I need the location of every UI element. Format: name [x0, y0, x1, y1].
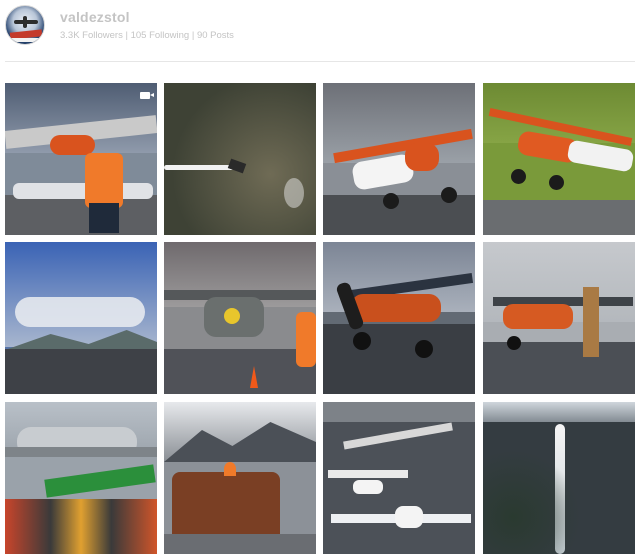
post-tile[interactable]: [323, 402, 475, 554]
posts-count: 90 Posts: [196, 30, 234, 41]
post-tile[interactable]: [164, 83, 316, 235]
profile-username[interactable]: valdezstol: [60, 9, 130, 25]
stats-separator: |: [122, 30, 131, 41]
profile-stats: 3.3K Followers | 105 Following | 90 Post…: [60, 30, 234, 41]
post-tile[interactable]: [483, 242, 635, 394]
avatar-plane-tail-shape: [23, 16, 27, 28]
following-count[interactable]: 105 Following: [131, 30, 190, 41]
avatar-stripe-shape: [10, 38, 42, 42]
post-tile[interactable]: [164, 242, 316, 394]
stats-separator: |: [189, 30, 197, 41]
video-camera-icon: [140, 92, 154, 99]
followers-count[interactable]: 3.3K Followers: [60, 30, 123, 41]
post-tile[interactable]: [164, 402, 316, 554]
post-tile[interactable]: [323, 242, 475, 394]
posts-grid: [5, 83, 635, 555]
post-tile[interactable]: [483, 402, 635, 554]
post-tile[interactable]: [5, 402, 157, 554]
post-tile[interactable]: [5, 242, 157, 394]
profile-header: valdezstol 3.3K Followers | 105 Followin…: [0, 0, 640, 62]
header-divider: [5, 61, 635, 62]
profile-avatar[interactable]: [5, 5, 45, 45]
post-tile[interactable]: [483, 83, 635, 235]
post-tile[interactable]: [323, 83, 475, 235]
post-tile[interactable]: [5, 83, 157, 235]
